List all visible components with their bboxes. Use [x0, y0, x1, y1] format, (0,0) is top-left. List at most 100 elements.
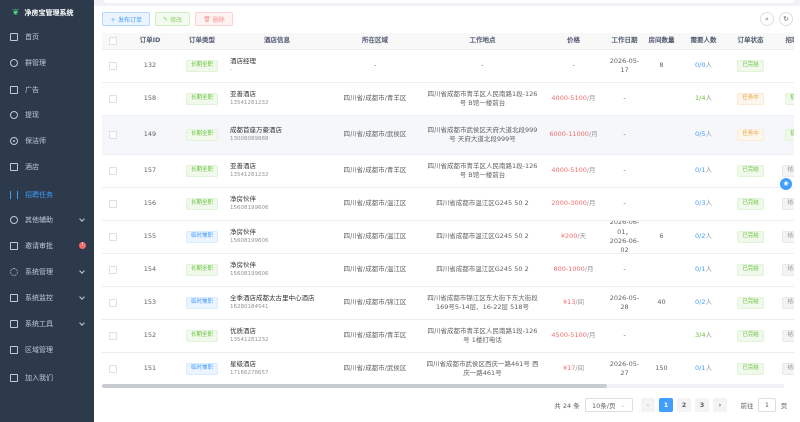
hotel-phone: 15608199606 [230, 270, 269, 277]
recruit-status-tag: 结束招聘 [782, 198, 794, 210]
sidebar-item-4[interactable]: 保洁师 [0, 131, 94, 151]
work-date: 2026-05-28 [609, 293, 640, 311]
row-checkbox[interactable] [109, 266, 117, 274]
withdraw-icon [10, 111, 18, 119]
location-cell: 四川省成都市武侯区天府大道北段999号 天府大道北段999号 [424, 116, 541, 154]
hotel-name: 成都首座万豪酒店 [230, 126, 282, 135]
help-float-button[interactable]: ◉ [780, 178, 792, 190]
column-header[interactable]: 酒店信息 [228, 33, 326, 49]
order-type-tag: 长期全职 [185, 198, 218, 210]
horizontal-scrollbar[interactable] [102, 384, 784, 388]
orders-table: 订单ID订单类型酒店信息所在区域工作地点价格工作日期房间数量需要人数订单状态招聘… [102, 33, 794, 383]
delete-button[interactable]: 🗑 删除 [195, 12, 233, 26]
order-id: 156 [143, 199, 157, 208]
order-id-cell: 158 [124, 83, 176, 115]
table-row[interactable]: 158 长期全职 亚善酒店 13541281232 四川省/成都市/青羊区 四川省成都市青… [102, 83, 794, 116]
sidebar-item-label: 保洁师 [25, 137, 46, 145]
table-row[interactable]: 151 临时兼职 星级酒店 17166278657 四川省/成都市/武侯区 四川省成都市武… [102, 353, 794, 383]
table-row[interactable]: 152 长期全职 优质酒店 13541281232 四川省/成都市/青羊区 四川省成都市青… [102, 320, 794, 353]
row-checkbox[interactable] [109, 233, 117, 241]
row-checkbox[interactable] [109, 131, 117, 139]
scrollbar-thumb[interactable] [102, 384, 607, 388]
sidebar-item-label: 其他辅助 [25, 216, 53, 224]
row-checkbox[interactable] [109, 62, 117, 70]
edit-button[interactable]: ✎ 修改 [155, 12, 191, 26]
table-row[interactable]: 156 长期全职 净房伙伴 15608199606 四川省/成都市/温江区 四川省成都市温… [102, 188, 794, 221]
sidebar-item-8[interactable]: 邀请审批! [0, 236, 94, 256]
sidebar-item-10[interactable]: 系统监控 [0, 288, 94, 308]
prev-page-button[interactable]: ‹ [641, 398, 655, 412]
table-row[interactable]: 132长期全职酒店经理----2026-05-1780/0人已完结- [102, 50, 794, 83]
column-header[interactable]: 所在区域 [326, 33, 424, 49]
home-icon [10, 33, 18, 41]
need-unit: 人 [705, 199, 712, 208]
hotel-name: 酒店经理 [230, 57, 256, 66]
row-checkbox[interactable] [109, 167, 117, 175]
order-type-tag: 长期全职 [185, 93, 218, 105]
work-location: 四川省成都市武侯区西庆一路461号 西庆一路461号 [426, 359, 539, 377]
sidebar-item-11[interactable]: 系统工具 [0, 314, 94, 334]
goto-page-input[interactable]: 1 [758, 398, 776, 412]
hotel-phone: 13541281232 [230, 336, 269, 343]
column-header[interactable]: 工作日期 [606, 33, 643, 49]
table-row[interactable]: 154 长期全职 净房伙伴 15608199606 四川省/成都市/温江区 四川省成都市温… [102, 254, 794, 287]
row-checkbox[interactable] [109, 95, 117, 103]
sidebar-item-6[interactable]: 招聘任务 [0, 185, 94, 205]
row-checkbox[interactable] [109, 299, 117, 307]
price: 4500-5100 [551, 331, 587, 340]
hotel-info-cell: 全季酒店成都太古里中心酒店 16280184541 [228, 287, 326, 319]
column-header[interactable]: 招聘状态 [774, 33, 795, 49]
chevron-left-icon: ‹ [646, 401, 650, 409]
sidebar-item-2[interactable]: 广告 [0, 80, 94, 100]
app-logo[interactable]: ❦ 净房宝管理系统 [0, 0, 94, 26]
column-header[interactable]: 需要人数 [680, 33, 727, 49]
sidebar-item-1[interactable]: 群管理 [0, 53, 94, 73]
column-header[interactable]: 订单ID [124, 33, 176, 49]
hotel-info-cell: 净房伙伴 15608199606 [228, 188, 326, 220]
sidebar-item-0[interactable]: 首页 [0, 27, 94, 47]
location-cell: 四川省成都市青羊区人民南路1段-126号 B馆一楼前台 [424, 155, 541, 187]
recruit-status-cell: 结束招聘 [774, 188, 794, 220]
add-order-button[interactable]: ＋ 发布订单 [102, 12, 151, 26]
sidebar-item-5[interactable]: 酒店 [0, 157, 94, 177]
sidebar-item-13[interactable]: 加入我们 [0, 368, 94, 388]
table-row[interactable]: 153 临时兼职 全季酒店成都太古里中心酒店 16280184541 四川省/成都市/锦… [102, 287, 794, 320]
refresh-button[interactable]: ↻ [779, 12, 793, 26]
select-all-checkbox[interactable] [109, 37, 117, 45]
page-size-select[interactable]: 10条/页 ⌄ [585, 398, 633, 412]
hotel-phone: 15608199606 [230, 237, 269, 244]
column-header[interactable]: 订单状态 [727, 33, 774, 49]
table-row[interactable]: 149 长期全职 成都首座万豪酒店 13008089888 四川省/成都市/武侯区 四川省… [102, 116, 794, 155]
sidebar-item-9[interactable]: 系统管理 [0, 262, 94, 282]
page-1-button[interactable]: 1 [659, 398, 673, 412]
region: - [373, 61, 377, 70]
order-id: 152 [143, 331, 157, 340]
column-header[interactable]: 订单类型 [176, 33, 228, 49]
table-row[interactable]: 155 临时兼职 净房伙伴 15608199606 四川省/成都市/温江区 四川省成都市温… [102, 221, 794, 254]
row-checkbox[interactable] [109, 200, 117, 208]
order-status-tag: 已完结 [737, 165, 764, 177]
refresh-icon: ↻ [783, 15, 789, 23]
sidebar-item-label: 酒店 [25, 163, 39, 171]
sidebar-item-12[interactable]: 区域管理 [0, 340, 94, 360]
page-unit-label: 页 [780, 402, 788, 410]
page-3-button[interactable]: 3 [695, 398, 709, 412]
work-date: - [623, 199, 626, 208]
sidebar-item-3[interactable]: 提现 [0, 105, 94, 125]
price-cell: 4000-5100/月 [541, 83, 606, 115]
row-checkbox[interactable] [109, 365, 117, 373]
sidebar-item-7[interactable]: 其他辅助 [0, 210, 94, 230]
column-header[interactable]: 工作地点 [424, 33, 541, 49]
column-header[interactable]: 价格 [541, 33, 606, 49]
search-toggle-button[interactable]: ⌕ [760, 12, 774, 26]
need-unit: 人 [705, 130, 712, 139]
table-header: 订单ID订单类型酒店信息所在区域工作地点价格工作日期房间数量需要人数订单状态招聘… [102, 33, 794, 50]
column-header[interactable]: 房间数量 [643, 33, 680, 49]
page-2-button[interactable]: 2 [677, 398, 691, 412]
row-checkbox[interactable] [109, 332, 117, 340]
next-page-button[interactable]: › [713, 398, 727, 412]
region-cell: 四川省/成都市/武侯区 [326, 353, 424, 383]
work-date: - [623, 94, 626, 103]
table-row[interactable]: 157 长期全职 亚善酒店 13541281232 四川省/成都市/青羊区 四川省成都市青… [102, 155, 794, 188]
sidebar-item-label: 系统工具 [25, 320, 53, 328]
